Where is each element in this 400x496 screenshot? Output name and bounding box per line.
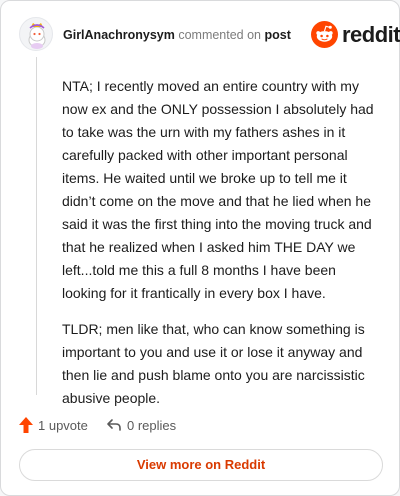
author-line: GirlAnachronysym commented on post xyxy=(63,27,291,43)
snoo-avatar-icon xyxy=(28,23,46,49)
replies-count: 0 replies xyxy=(127,418,177,433)
replies-button[interactable]: 0 replies xyxy=(106,415,196,437)
view-more-button[interactable]: View more on Reddit xyxy=(19,449,383,481)
post-link[interactable]: post xyxy=(265,28,291,42)
reddit-wordmark: reddit xyxy=(342,22,400,47)
reddit-logo[interactable]: reddit xyxy=(311,21,400,49)
user-avatar[interactable] xyxy=(19,17,53,51)
comment-embed-card: GirlAnachronysym commented on post reddi… xyxy=(0,0,400,496)
upvote-button[interactable]: 1 upvote xyxy=(19,415,99,437)
comment-actions: 1 upvote 0 replies xyxy=(19,415,379,437)
reddit-snoo-icon xyxy=(311,21,338,48)
upvote-count: 1 upvote xyxy=(38,418,88,433)
upvote-arrow-icon xyxy=(19,417,33,433)
reply-arrow-icon xyxy=(107,419,121,431)
comment-header: GirlAnachronysym commented on post reddi… xyxy=(19,17,400,53)
thread-line xyxy=(36,57,37,395)
comment-paragraph-2: TLDR; men like that, who can know someth… xyxy=(62,321,365,406)
comment-body: NTA; I recently moved an entire country … xyxy=(62,75,378,423)
author-name[interactable]: GirlAnachronysym xyxy=(63,28,175,42)
action-text: commented on xyxy=(178,28,262,42)
comment-paragraph-1: NTA; I recently moved an entire country … xyxy=(62,78,374,301)
